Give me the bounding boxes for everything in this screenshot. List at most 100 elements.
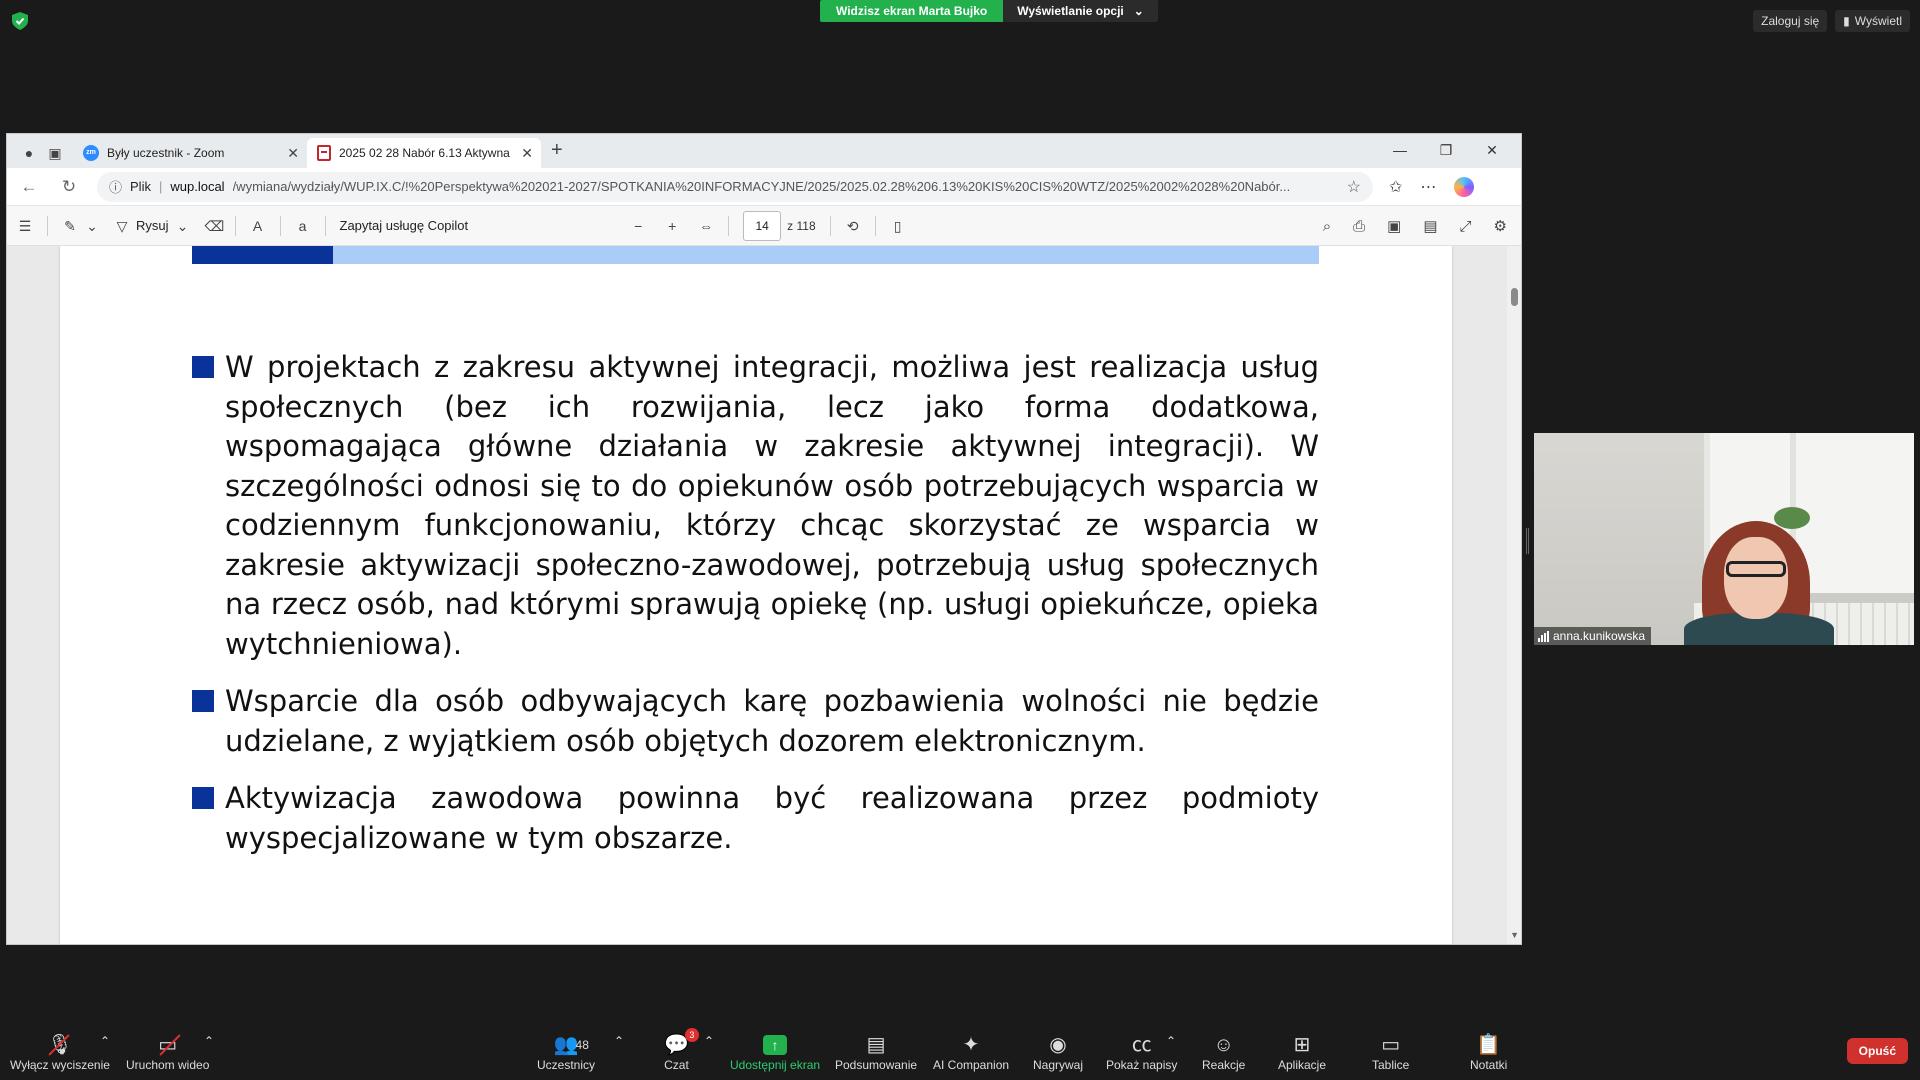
fullscreen-icon[interactable]: ⤢ bbox=[1460, 218, 1472, 235]
chat-button[interactable]: 💬 3 Czat bbox=[664, 1028, 699, 1072]
tab-zoom[interactable]: zm Były uczestnik - Zoom ✕ bbox=[73, 138, 307, 168]
page-view-icon[interactable]: ▯ bbox=[890, 218, 906, 234]
zoom-favicon-icon: zm bbox=[83, 145, 99, 161]
participants-button[interactable]: 👥 48 Uczestnicy bbox=[537, 1032, 595, 1072]
participant-video-tile[interactable]: anna.kunikowska bbox=[1534, 433, 1914, 645]
info-icon[interactable]: ⓘ bbox=[109, 177, 122, 196]
new-tab-icon[interactable]: + bbox=[541, 139, 573, 168]
tab-bar: ● ▣ zm Były uczestnik - Zoom ✕ 2025 02 2… bbox=[7, 134, 1521, 168]
fit-width-icon[interactable]: ⇔ bbox=[698, 218, 714, 234]
profile-icon[interactable]: ● bbox=[21, 145, 37, 161]
unmute-button[interactable]: 🎙 Wyłącz wyciszenie bbox=[10, 1032, 110, 1072]
whiteboards-button[interactable]: ▭ Tablice bbox=[1372, 1032, 1409, 1072]
copilot-button[interactable]: Zapytaj usługę Copilot bbox=[340, 218, 469, 233]
back-icon[interactable]: ← bbox=[17, 177, 41, 197]
captions-label: Pokaż napisy bbox=[1106, 1058, 1178, 1072]
summary-button[interactable]: ▤ Podsumowanie bbox=[835, 1032, 917, 1072]
reload-icon[interactable]: ↻ bbox=[57, 177, 81, 197]
start-video-button[interactable]: ▭ Uruchom wideo bbox=[126, 1032, 209, 1072]
record-icon: ◉ bbox=[1049, 1034, 1067, 1056]
view-options-button[interactable]: Wyświetlanie opcji ⌄ bbox=[1003, 0, 1158, 22]
view-button[interactable]: ▮ Wyświetl bbox=[1835, 10, 1910, 32]
list-item: Wsparcie dla osób odbywających karę pozb… bbox=[192, 682, 1319, 761]
draw-icon: ▽ bbox=[116, 217, 128, 234]
sign-in-label: Zaloguj się bbox=[1761, 14, 1820, 28]
close-window-icon[interactable]: ✕ bbox=[1469, 138, 1515, 162]
video-options-chevron-icon[interactable]: ⌃ bbox=[204, 1034, 214, 1048]
screen-share-banner: Widzisz ekran Marta Bujko Wyświetlanie o… bbox=[820, 0, 1158, 22]
participants-options-chevron-icon[interactable]: ⌃ bbox=[614, 1034, 624, 1048]
restore-icon[interactable]: ❐ bbox=[1423, 138, 1469, 162]
close-tab-icon[interactable]: ✕ bbox=[287, 145, 299, 162]
smiley-icon: ☺ bbox=[1213, 1034, 1234, 1056]
favorite-star-icon[interactable]: ☆ bbox=[1347, 177, 1361, 197]
summary-label: Podsumowanie bbox=[835, 1058, 918, 1072]
chat-options-chevron-icon[interactable]: ⌃ bbox=[704, 1034, 714, 1048]
tab-pdf[interactable]: 2025 02 28 Nabór 6.13 Aktywna i ✕ bbox=[307, 138, 541, 168]
scroll-down-icon[interactable]: ▼ bbox=[1510, 930, 1519, 940]
chevron-down-icon: ⌄ bbox=[176, 217, 189, 234]
minimize-icon[interactable]: — bbox=[1377, 138, 1423, 162]
rotate-icon[interactable]: ⟲ bbox=[845, 218, 861, 234]
shared-browser-window: ● ▣ zm Były uczestnik - Zoom ✕ 2025 02 2… bbox=[6, 133, 1522, 945]
view-options-label: Wyświetlanie opcji bbox=[1017, 4, 1124, 18]
tab-actions-icon[interactable]: ▣ bbox=[47, 145, 63, 161]
start-video-label: Uruchom wideo bbox=[126, 1058, 210, 1072]
zoom-out-icon[interactable]: − bbox=[630, 218, 646, 234]
pdf-toolbar: ☰ ✎ ⌄ ▽ Rysuj ⌄ ⌫ A a Zapytaj usługę Copi… bbox=[7, 206, 1521, 246]
url-scheme-label: Plik bbox=[130, 179, 151, 194]
list-item: Aktywizacja zawodowa powinna być realizo… bbox=[192, 779, 1319, 858]
unmute-label: Wyłącz wyciszenie bbox=[10, 1058, 110, 1072]
bullet-text: Aktywizacja zawodowa powinna być realizo… bbox=[225, 781, 1319, 855]
shield-icon[interactable] bbox=[12, 12, 28, 30]
bullet-text: W projektach z zakresu aktywnej integrac… bbox=[225, 350, 1319, 661]
highlight-icon[interactable]: ✎ bbox=[62, 218, 78, 234]
share-screen-button[interactable]: ↑ Udostępnij ekran bbox=[730, 1032, 820, 1072]
page-total-label: z 118 bbox=[787, 218, 816, 233]
scrollbar-thumb[interactable] bbox=[1511, 288, 1518, 306]
chat-bubble-icon: 💬 3 bbox=[664, 1028, 699, 1058]
apps-button[interactable]: ⊞ Aplikacje bbox=[1278, 1032, 1326, 1072]
zoom-in-icon[interactable]: + bbox=[664, 218, 680, 234]
pdf-page: W projektach z zakresu aktywnej integrac… bbox=[60, 246, 1452, 944]
save-icon[interactable]: ▣ bbox=[1387, 217, 1401, 235]
favorites-icon[interactable]: ✩ bbox=[1389, 177, 1402, 197]
record-button[interactable]: ◉ Nagrywaj bbox=[1033, 1032, 1083, 1072]
eraser-icon[interactable]: ⌫ bbox=[205, 218, 225, 234]
summary-icon: ▤ bbox=[866, 1034, 886, 1056]
save-as-icon[interactable]: ▤ bbox=[1423, 217, 1437, 235]
participant-name-tag: anna.kunikowska bbox=[1534, 627, 1652, 645]
view-label: Wyświetl bbox=[1854, 14, 1902, 28]
notes-button[interactable]: 📋 Notatki bbox=[1470, 1032, 1507, 1072]
translate-icon[interactable]: a bbox=[295, 218, 311, 234]
search-icon[interactable]: ⌕ bbox=[1323, 218, 1331, 235]
close-tab-icon[interactable]: ✕ bbox=[521, 145, 533, 162]
contents-list-icon[interactable]: ☰ bbox=[17, 218, 33, 234]
vertical-scrollbar[interactable]: ▼ bbox=[1507, 246, 1521, 944]
audio-options-chevron-icon[interactable]: ⌃ bbox=[100, 1034, 110, 1048]
url-host: wup.local bbox=[170, 179, 225, 194]
draw-button[interactable]: ▽ Rysuj ⌄ bbox=[114, 218, 191, 234]
record-label: Nagrywaj bbox=[1033, 1058, 1084, 1072]
closed-captions-icon: ㏄ bbox=[1131, 1034, 1152, 1056]
slide-header-band-light bbox=[333, 246, 1319, 264]
captions-options-chevron-icon[interactable]: ⌃ bbox=[1166, 1034, 1176, 1048]
sign-in-button[interactable]: Zaloguj się bbox=[1753, 10, 1828, 32]
tab-title: 2025 02 28 Nabór 6.13 Aktywna i bbox=[339, 146, 514, 160]
url-field[interactable]: ⓘ Plik | wup.local/wymiana/wydziały/WUP.… bbox=[97, 171, 1373, 202]
notes-icon: 📋 bbox=[1476, 1034, 1502, 1056]
copilot-icon[interactable] bbox=[1454, 176, 1475, 197]
microphone-muted-icon: 🎙 bbox=[47, 1034, 73, 1056]
chevron-down-icon[interactable]: ⌄ bbox=[84, 218, 100, 234]
page-number-input[interactable]: 14 bbox=[743, 210, 782, 241]
more-options-icon[interactable]: ⋯ bbox=[1420, 177, 1436, 197]
reactions-button[interactable]: ☺ Reakcje bbox=[1202, 1032, 1245, 1072]
list-item: W projektach z zakresu aktywnej integrac… bbox=[192, 348, 1319, 664]
panel-resize-handle[interactable] bbox=[1526, 528, 1529, 554]
ai-companion-button[interactable]: ✦ AI Companion bbox=[933, 1032, 1009, 1072]
print-icon[interactable]: ⎙ bbox=[1353, 218, 1365, 235]
settings-gear-icon[interactable]: ⚙ bbox=[1494, 217, 1507, 235]
leave-meeting-button[interactable]: Opuść bbox=[1846, 1038, 1908, 1064]
pdf-viewport[interactable]: W projektach z zakresu aktywnej integrac… bbox=[7, 246, 1521, 944]
read-aloud-icon[interactable]: A bbox=[250, 218, 266, 234]
